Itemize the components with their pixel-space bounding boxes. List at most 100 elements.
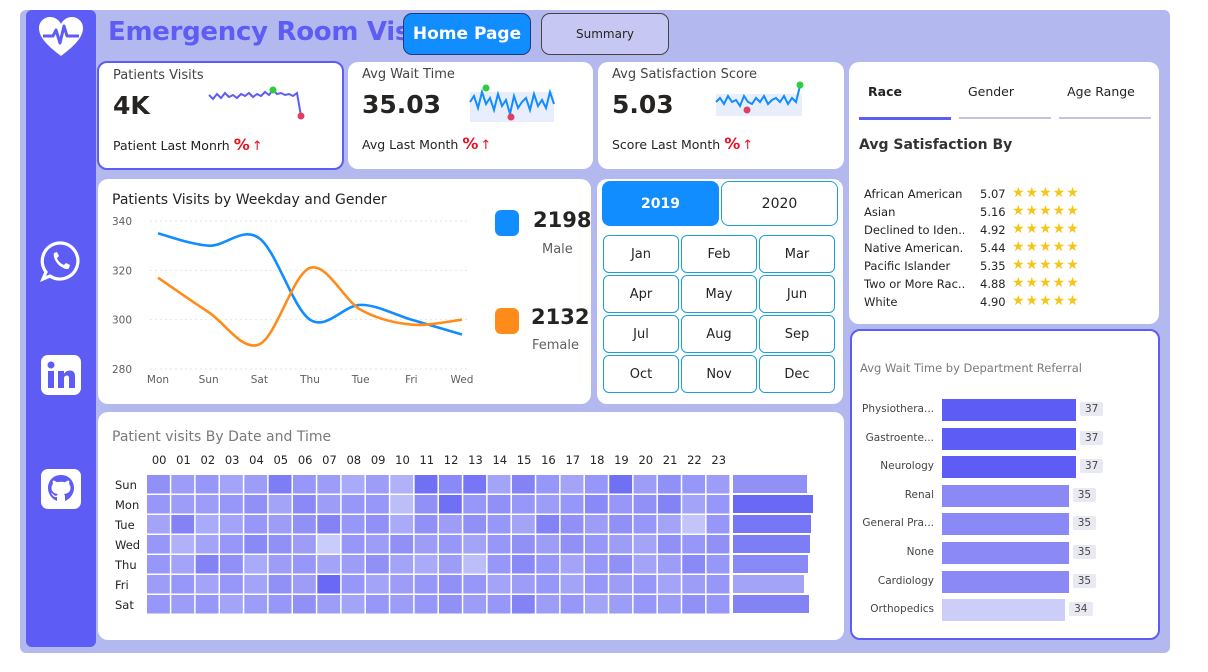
heatmap-cell[interactable] — [536, 555, 560, 574]
heatmap-cell[interactable] — [219, 475, 243, 494]
heatmap-cell[interactable] — [463, 555, 487, 574]
heatmap-cell[interactable] — [438, 515, 462, 534]
heatmap-cell[interactable] — [438, 475, 462, 494]
heatmap-cell[interactable] — [560, 535, 584, 554]
heatmap-cell[interactable] — [706, 555, 730, 574]
heatmap-cell[interactable] — [511, 575, 535, 594]
heatmap-cell[interactable] — [584, 555, 608, 574]
department-bar-row[interactable]: Cardiology 35 — [852, 570, 1152, 593]
heatmap-cell[interactable] — [657, 575, 681, 594]
row-total-bar[interactable] — [733, 475, 807, 493]
heatmap-cell[interactable] — [487, 595, 511, 614]
heatmap-cell[interactable] — [511, 495, 535, 514]
department-bar-row[interactable]: None 35 — [852, 542, 1152, 564]
heatmap-cell[interactable] — [244, 555, 268, 574]
heatmap-cell[interactable] — [414, 475, 438, 494]
month-button-jan[interactable]: Jan — [603, 235, 679, 273]
heatmap-cell[interactable] — [171, 515, 195, 534]
heatmap-cell[interactable] — [341, 475, 365, 494]
heatmap-cell[interactable] — [438, 555, 462, 574]
tab-race[interactable]: Race — [839, 84, 931, 99]
heatmap-cell[interactable] — [195, 595, 219, 614]
heatmap-cell[interactable] — [584, 595, 608, 614]
home-page-button[interactable]: Home Page — [403, 13, 531, 55]
heatmap-cell[interactable] — [706, 575, 730, 594]
heatmap-cell[interactable] — [609, 535, 633, 554]
heatmap-cell[interactable] — [341, 555, 365, 574]
heatmap-cell[interactable] — [390, 595, 414, 614]
heatmap-cell[interactable] — [706, 595, 730, 614]
heatmap-cell[interactable] — [560, 555, 584, 574]
department-bar-row[interactable]: Physiothera... 37 — [852, 399, 1152, 421]
heatmap-cell[interactable] — [560, 575, 584, 594]
heatmap-cell[interactable] — [657, 495, 681, 514]
heatmap-cell[interactable] — [365, 475, 389, 494]
heatmap-cell[interactable] — [317, 475, 341, 494]
month-button-sep[interactable]: Sep — [759, 315, 835, 353]
heatmap-cell[interactable] — [292, 475, 316, 494]
heatmap-cell[interactable] — [341, 515, 365, 534]
row-total-bar[interactable] — [733, 555, 808, 573]
heatmap-cell[interactable] — [414, 515, 438, 534]
heatmap-cell[interactable] — [463, 575, 487, 594]
heatmap-cell[interactable] — [390, 475, 414, 494]
heatmap-cell[interactable] — [609, 575, 633, 594]
heatmap-cell[interactable] — [219, 595, 243, 614]
heatmap-cell[interactable] — [171, 495, 195, 514]
heatmap-cell[interactable] — [292, 515, 316, 534]
heatmap-cell[interactable] — [292, 575, 316, 594]
kpi-card-avg-wait-time[interactable]: Avg Wait Time 35.03 Avg Last Month% ↑ — [348, 62, 593, 169]
heatmap-cell[interactable] — [147, 515, 170, 534]
heatmap-cell[interactable] — [657, 515, 681, 534]
department-bar-row[interactable]: Gastroente... 37 — [852, 427, 1152, 450]
heatmap-cell[interactable] — [584, 575, 608, 594]
heatmap-cell[interactable] — [487, 495, 511, 514]
heatmap-cell[interactable] — [682, 475, 706, 494]
month-button-jun[interactable]: Jun — [759, 275, 835, 313]
heatmap-cell[interactable] — [219, 515, 243, 534]
kpi-card-patient-visits[interactable]: Patients Visits 4K Patient Last Monrh% ↑ — [97, 61, 344, 170]
heatmap-cell[interactable] — [487, 535, 511, 554]
heatmap-cell[interactable] — [219, 575, 243, 594]
heatmap-cell[interactable] — [682, 535, 706, 554]
heatmap-cell[interactable] — [536, 495, 560, 514]
heatmap-cell[interactable] — [341, 595, 365, 614]
heatmap-cell[interactable] — [317, 535, 341, 554]
heatmap-cell[interactable] — [195, 515, 219, 534]
heatmap-cell[interactable] — [317, 495, 341, 514]
heatmap-cell[interactable] — [657, 475, 681, 494]
heatmap-cell[interactable] — [560, 515, 584, 534]
heatmap-cell[interactable] — [365, 495, 389, 514]
heatmap-cell[interactable] — [147, 555, 170, 574]
heatmap-cell[interactable] — [268, 575, 292, 594]
heatmap-cell[interactable] — [560, 475, 584, 494]
heatmap-cell[interactable] — [609, 475, 633, 494]
heatmap-cell[interactable] — [292, 535, 316, 554]
heatmap-cell[interactable] — [633, 555, 657, 574]
heatmap-cell[interactable] — [244, 575, 268, 594]
heatmap-cell[interactable] — [511, 475, 535, 494]
heatmap-cell[interactable] — [268, 555, 292, 574]
heatmap-cell[interactable] — [633, 495, 657, 514]
heatmap-cell[interactable] — [268, 475, 292, 494]
heatmap-cell[interactable] — [511, 595, 535, 614]
year-2019-button[interactable]: 2019 — [602, 181, 719, 226]
heatmap-cell[interactable] — [292, 555, 316, 574]
heatmap-cell[interactable] — [609, 555, 633, 574]
heatmap-cell[interactable] — [390, 555, 414, 574]
tab-gender[interactable]: Gender — [945, 84, 1037, 99]
row-total-bar[interactable] — [733, 535, 810, 553]
heatmap-cell[interactable] — [487, 475, 511, 494]
heatmap-cell[interactable] — [584, 515, 608, 534]
heatmap-cell[interactable] — [584, 475, 608, 494]
heatmap-cell[interactable] — [463, 475, 487, 494]
heatmap-cell[interactable] — [365, 535, 389, 554]
row-total-bar[interactable] — [733, 595, 809, 613]
heatmap-cell[interactable] — [633, 515, 657, 534]
series-line-female[interactable] — [157, 266, 463, 347]
whatsapp-icon[interactable] — [40, 240, 82, 282]
heatmap-cell[interactable] — [341, 575, 365, 594]
heatmap-cell[interactable] — [219, 555, 243, 574]
heatmap-cell[interactable] — [390, 495, 414, 514]
month-button-dec[interactable]: Dec — [759, 355, 835, 393]
